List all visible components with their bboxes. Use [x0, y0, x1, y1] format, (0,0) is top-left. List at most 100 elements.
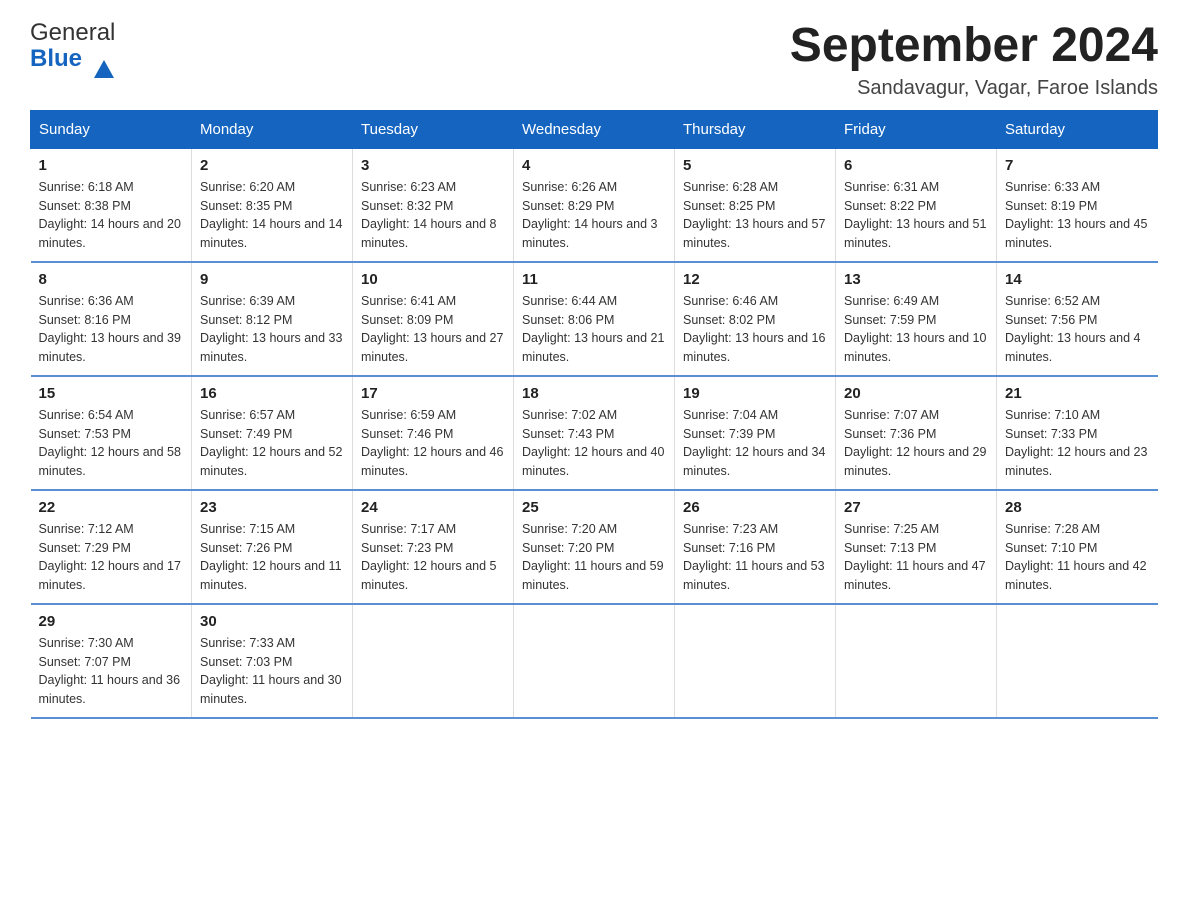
- day-number: 1: [39, 157, 184, 174]
- day-number: 21: [1005, 385, 1150, 402]
- calendar-cell: [997, 604, 1158, 718]
- day-number: 15: [39, 385, 184, 402]
- day-number: 2: [200, 157, 344, 174]
- calendar-cell: 8 Sunrise: 6:36 AMSunset: 8:16 PMDaylight…: [31, 262, 192, 376]
- calendar-cell: [836, 604, 997, 718]
- day-info: Sunrise: 6:23 AMSunset: 8:32 PMDaylight:…: [361, 178, 505, 253]
- day-number: 10: [361, 271, 505, 288]
- day-header-friday: Friday: [836, 110, 997, 148]
- calendar-cell: 26Sunrise: 7:23 AMSunset: 7:16 PMDayligh…: [675, 490, 836, 604]
- week-row-4: 22 Sunrise: 7:12 AMSunset: 7:29 PMDayligh…: [31, 490, 1158, 604]
- day-info: Sunrise: 6:57 AMSunset: 7:49 PMDaylight:…: [200, 406, 344, 481]
- day-info: Sunrise: 6:18 AMSunset: 8:38 PMDaylight:…: [39, 178, 184, 253]
- day-info: Sunrise: 7:15 AMSunset: 7:26 PMDaylight:…: [200, 520, 344, 595]
- calendar-cell: 3 Sunrise: 6:23 AMSunset: 8:32 PMDaylight…: [353, 148, 514, 262]
- calendar-cell: 4 Sunrise: 6:26 AMSunset: 8:29 PMDaylight…: [514, 148, 675, 262]
- calendar-cell: 24 Sunrise: 7:17 AMSunset: 7:23 PMDayligh…: [353, 490, 514, 604]
- days-header-row: SundayMondayTuesdayWednesdayThursdayFrid…: [31, 110, 1158, 148]
- calendar-cell: 27 Sunrise: 7:25 AMSunset: 7:13 PMDayligh…: [836, 490, 997, 604]
- day-number: 11: [522, 271, 666, 288]
- day-info: Sunrise: 6:59 AMSunset: 7:46 PMDaylight:…: [361, 406, 505, 481]
- calendar-cell: 23 Sunrise: 7:15 AMSunset: 7:26 PMDayligh…: [192, 490, 353, 604]
- day-info: Sunrise: 6:39 AMSunset: 8:12 PMDaylight:…: [200, 292, 344, 367]
- day-number: 8: [39, 271, 184, 288]
- day-info: Sunrise: 6:28 AMSunset: 8:25 PMDaylight:…: [683, 178, 827, 253]
- calendar-cell: 17 Sunrise: 6:59 AMSunset: 7:46 PMDayligh…: [353, 376, 514, 490]
- calendar-cell: 18 Sunrise: 7:02 AMSunset: 7:43 PMDayligh…: [514, 376, 675, 490]
- day-info: Sunrise: 7:33 AMSunset: 7:03 PMDaylight:…: [200, 634, 344, 709]
- day-info: Sunrise: 7:25 AMSunset: 7:13 PMDaylight:…: [844, 520, 988, 595]
- day-number: 23: [200, 499, 344, 516]
- day-info: Sunrise: 6:20 AMSunset: 8:35 PMDaylight:…: [200, 178, 344, 253]
- calendar-cell: 9 Sunrise: 6:39 AMSunset: 8:12 PMDaylight…: [192, 262, 353, 376]
- week-row-1: 1 Sunrise: 6:18 AMSunset: 8:38 PMDaylight…: [31, 148, 1158, 262]
- day-header-thursday: Thursday: [675, 110, 836, 148]
- calendar-cell: 20Sunrise: 7:07 AMSunset: 7:36 PMDayligh…: [836, 376, 997, 490]
- calendar-cell: 13Sunrise: 6:49 AMSunset: 7:59 PMDayligh…: [836, 262, 997, 376]
- calendar-cell: 11 Sunrise: 6:44 AMSunset: 8:06 PMDayligh…: [514, 262, 675, 376]
- header: General Blue September 2024 Sandavagur, …: [30, 20, 1158, 100]
- calendar-cell: 25Sunrise: 7:20 AMSunset: 7:20 PMDayligh…: [514, 490, 675, 604]
- calendar-cell: [514, 604, 675, 718]
- day-number: 6: [844, 157, 988, 174]
- day-number: 13: [844, 271, 988, 288]
- calendar-cell: 10 Sunrise: 6:41 AMSunset: 8:09 PMDayligh…: [353, 262, 514, 376]
- calendar-cell: 7 Sunrise: 6:33 AMSunset: 8:19 PMDaylight…: [997, 148, 1158, 262]
- day-info: Sunrise: 6:26 AMSunset: 8:29 PMDaylight:…: [522, 178, 666, 253]
- day-info: Sunrise: 7:23 AMSunset: 7:16 PMDaylight:…: [683, 520, 827, 595]
- day-info: Sunrise: 7:04 AMSunset: 7:39 PMDaylight:…: [683, 406, 827, 481]
- title-area: September 2024 Sandavagur, Vagar, Faroe …: [790, 20, 1158, 100]
- logo-blue: Blue: [30, 46, 82, 72]
- week-row-3: 15Sunrise: 6:54 AMSunset: 7:53 PMDayligh…: [31, 376, 1158, 490]
- day-number: 12: [683, 271, 827, 288]
- day-number: 27: [844, 499, 988, 516]
- day-info: Sunrise: 7:02 AMSunset: 7:43 PMDaylight:…: [522, 406, 666, 481]
- calendar-cell: 5 Sunrise: 6:28 AMSunset: 8:25 PMDaylight…: [675, 148, 836, 262]
- calendar-table: SundayMondayTuesdayWednesdayThursdayFrid…: [30, 110, 1158, 719]
- day-header-monday: Monday: [192, 110, 353, 148]
- calendar-header: SundayMondayTuesdayWednesdayThursdayFrid…: [31, 110, 1158, 148]
- calendar-cell: 15Sunrise: 6:54 AMSunset: 7:53 PMDayligh…: [31, 376, 192, 490]
- day-number: 22: [39, 499, 184, 516]
- day-info: Sunrise: 6:46 AMSunset: 8:02 PMDaylight:…: [683, 292, 827, 367]
- calendar-cell: 14Sunrise: 6:52 AMSunset: 7:56 PMDayligh…: [997, 262, 1158, 376]
- calendar-cell: 16 Sunrise: 6:57 AMSunset: 7:49 PMDayligh…: [192, 376, 353, 490]
- day-header-saturday: Saturday: [997, 110, 1158, 148]
- calendar-body: 1 Sunrise: 6:18 AMSunset: 8:38 PMDaylight…: [31, 148, 1158, 718]
- day-info: Sunrise: 6:36 AMSunset: 8:16 PMDaylight:…: [39, 292, 184, 367]
- day-number: 5: [683, 157, 827, 174]
- logo-general: General: [30, 20, 115, 46]
- day-number: 9: [200, 271, 344, 288]
- calendar-subtitle: Sandavagur, Vagar, Faroe Islands: [790, 77, 1158, 100]
- day-info: Sunrise: 6:33 AMSunset: 8:19 PMDaylight:…: [1005, 178, 1150, 253]
- day-number: 20: [844, 385, 988, 402]
- calendar-title: September 2024: [790, 20, 1158, 73]
- day-number: 7: [1005, 157, 1150, 174]
- day-info: Sunrise: 6:44 AMSunset: 8:06 PMDaylight:…: [522, 292, 666, 367]
- calendar-cell: 19 Sunrise: 7:04 AMSunset: 7:39 PMDayligh…: [675, 376, 836, 490]
- calendar-cell: 28Sunrise: 7:28 AMSunset: 7:10 PMDayligh…: [997, 490, 1158, 604]
- calendar-cell: 6Sunrise: 6:31 AMSunset: 8:22 PMDaylight…: [836, 148, 997, 262]
- day-header-sunday: Sunday: [31, 110, 192, 148]
- day-number: 16: [200, 385, 344, 402]
- day-info: Sunrise: 6:41 AMSunset: 8:09 PMDaylight:…: [361, 292, 505, 367]
- day-number: 14: [1005, 271, 1150, 288]
- day-info: Sunrise: 7:20 AMSunset: 7:20 PMDaylight:…: [522, 520, 666, 595]
- day-number: 19: [683, 385, 827, 402]
- day-number: 29: [39, 613, 184, 630]
- calendar-cell: 12 Sunrise: 6:46 AMSunset: 8:02 PMDayligh…: [675, 262, 836, 376]
- day-number: 17: [361, 385, 505, 402]
- logo: General Blue: [30, 20, 115, 73]
- day-info: Sunrise: 7:17 AMSunset: 7:23 PMDaylight:…: [361, 520, 505, 595]
- day-number: 18: [522, 385, 666, 402]
- day-info: Sunrise: 7:12 AMSunset: 7:29 PMDaylight:…: [39, 520, 184, 595]
- day-number: 3: [361, 157, 505, 174]
- calendar-cell: 29 Sunrise: 7:30 AMSunset: 7:07 PMDayligh…: [31, 604, 192, 718]
- day-number: 4: [522, 157, 666, 174]
- calendar-cell: [353, 604, 514, 718]
- day-info: Sunrise: 7:30 AMSunset: 7:07 PMDaylight:…: [39, 634, 184, 709]
- day-number: 30: [200, 613, 344, 630]
- day-number: 24: [361, 499, 505, 516]
- week-row-5: 29 Sunrise: 7:30 AMSunset: 7:07 PMDayligh…: [31, 604, 1158, 718]
- calendar-cell: 2 Sunrise: 6:20 AMSunset: 8:35 PMDaylight…: [192, 148, 353, 262]
